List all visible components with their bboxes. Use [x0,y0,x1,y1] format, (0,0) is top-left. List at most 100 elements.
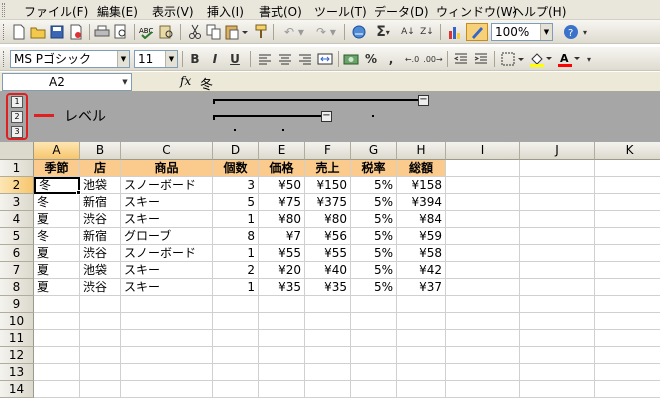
align-center-icon[interactable] [276,50,294,68]
help-icon[interactable]: ? [562,23,580,41]
autosum-icon[interactable]: Σ ▾ [370,23,396,41]
font-size-combo[interactable]: 11 ▼ [134,50,178,68]
row-header-4[interactable]: 4 [0,211,34,228]
cell-i13[interactable] [446,364,520,381]
cell-j13[interactable] [520,364,595,381]
cell-d10[interactable] [213,313,259,330]
row-header-6[interactable]: 6 [0,245,34,262]
increase-indent-icon[interactable] [472,50,490,68]
cell-h13[interactable] [397,364,446,381]
redo-icon[interactable]: ↷ ▾ [312,23,340,41]
cell-f7[interactable]: ¥40 [305,262,351,279]
cut-icon[interactable] [186,23,204,41]
cell-h2[interactable]: ¥158 [397,177,446,194]
cell-j12[interactable] [520,347,595,364]
copy-icon[interactable] [205,23,223,41]
column-header-e[interactable]: E [259,142,305,160]
name-box[interactable]: A2 ▼ [2,73,132,91]
cell-h11[interactable] [397,330,446,347]
cell-k11[interactable] [595,330,660,347]
cell-i5[interactable] [446,228,520,245]
cell-f1[interactable]: 売上 [305,160,351,177]
cell-e4[interactable]: ¥80 [259,211,305,228]
new-icon[interactable] [10,23,28,41]
cell-c3[interactable]: スキー [121,194,213,211]
cell-c4[interactable]: スキー [121,211,213,228]
cell-g2[interactable]: 5% [351,177,397,194]
permission-icon[interactable] [67,23,85,41]
cell-a2[interactable]: 冬 [34,177,80,194]
cell-g10[interactable] [351,313,397,330]
cell-h9[interactable] [397,296,446,313]
row-header-13[interactable]: 13 [0,364,34,381]
cell-e12[interactable] [259,347,305,364]
column-header-d[interactable]: D [213,142,259,160]
spelling-icon[interactable]: ABC [138,23,156,41]
cell-i1[interactable] [446,160,520,177]
collapse-level-1-button[interactable]: − [418,95,429,106]
outline-level-1-button[interactable]: 1 [11,96,23,108]
outline-level-2-button[interactable]: 2 [11,111,23,123]
font-color-icon[interactable]: A [556,50,582,68]
print-preview-icon[interactable] [112,23,130,41]
cell-a9[interactable] [34,296,80,313]
sort-descending-icon[interactable]: Z↓ [418,23,436,41]
zoom-combo[interactable]: 100% ▼ [491,23,553,41]
column-header-j[interactable]: J [520,142,595,160]
cell-c14[interactable] [121,381,213,398]
cell-g8[interactable]: 5% [351,279,397,296]
align-left-icon[interactable] [256,50,274,68]
cell-d5[interactable]: 8 [213,228,259,245]
cell-k5[interactable] [595,228,660,245]
cell-a8[interactable]: 夏 [34,279,80,296]
merge-center-icon[interactable] [316,50,334,68]
cell-c1[interactable]: 商品 [121,160,213,177]
cell-b3[interactable]: 新宿 [80,194,121,211]
cell-a14[interactable] [34,381,80,398]
cell-c8[interactable]: スキー [121,279,213,296]
cell-d11[interactable] [213,330,259,347]
cell-k14[interactable] [595,381,660,398]
cell-c12[interactable] [121,347,213,364]
fill-color-icon[interactable] [528,50,554,68]
column-header-c[interactable]: C [121,142,213,160]
cell-i10[interactable] [446,313,520,330]
increase-decimal-icon[interactable]: ←.0 [402,50,422,68]
cell-g12[interactable] [351,347,397,364]
cell-f14[interactable] [305,381,351,398]
cell-g9[interactable] [351,296,397,313]
print-icon[interactable] [93,23,111,41]
cell-c13[interactable] [121,364,213,381]
cell-i2[interactable] [446,177,520,194]
cell-j3[interactable] [520,194,595,211]
cell-d13[interactable] [213,364,259,381]
row-header-10[interactable]: 10 [0,313,34,330]
cell-e10[interactable] [259,313,305,330]
cell-i7[interactable] [446,262,520,279]
cell-h7[interactable]: ¥42 [397,262,446,279]
cell-d9[interactable] [213,296,259,313]
menu-insert[interactable]: 挿入(I) [207,3,244,20]
drawing-icon[interactable] [466,23,488,41]
cell-k1[interactable] [595,160,660,177]
cell-b4[interactable]: 渋谷 [80,211,121,228]
sort-ascending-icon[interactable]: A↓ [399,23,417,41]
outline-level-3-button[interactable]: 3 [11,126,23,138]
cell-h8[interactable]: ¥37 [397,279,446,296]
cell-b13[interactable] [80,364,121,381]
cell-d12[interactable] [213,347,259,364]
row-header-14[interactable]: 14 [0,381,34,398]
cell-b8[interactable]: 渋谷 [80,279,121,296]
cell-f5[interactable]: ¥56 [305,228,351,245]
fx-icon[interactable]: fx [180,74,191,88]
font-name-combo[interactable]: MS Pゴシック ▼ [10,50,130,68]
row-header-7[interactable]: 7 [0,262,34,279]
cell-h1[interactable]: 総額 [397,160,446,177]
cell-d14[interactable] [213,381,259,398]
underline-button[interactable]: U [226,50,244,68]
cell-b1[interactable]: 店 [80,160,121,177]
menu-file[interactable]: ファイル(F) [24,3,88,20]
row-header-8[interactable]: 8 [0,279,34,296]
cell-a3[interactable]: 冬 [34,194,80,211]
menu-tools[interactable]: ツール(T) [314,3,367,20]
